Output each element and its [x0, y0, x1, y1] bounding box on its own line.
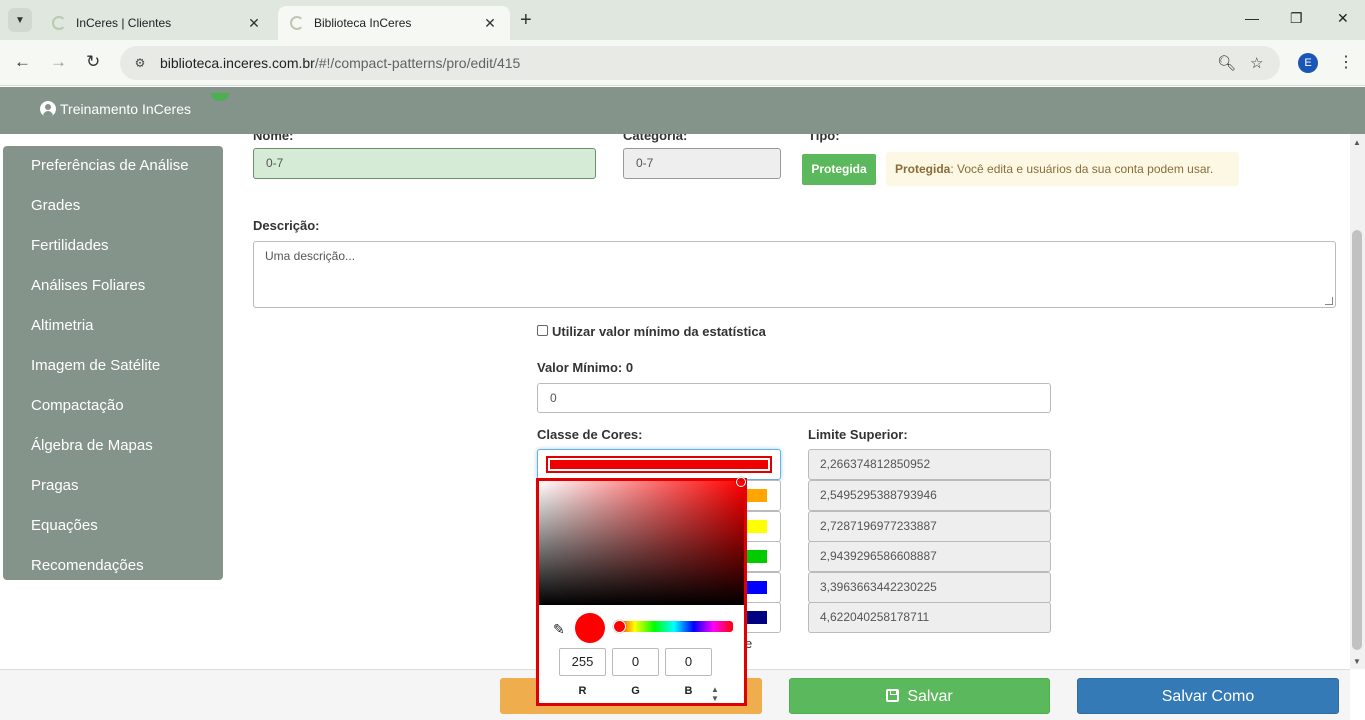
limit-input[interactable]: 2,266374812850952 — [808, 449, 1051, 480]
descricao-label: Descrição: — [253, 218, 320, 233]
limit-input[interactable]: 2,5495295388793946 — [808, 480, 1051, 511]
valor-minimo-label: Valor Mínimo: 0 — [537, 360, 634, 375]
red-input[interactable]: 255 — [559, 648, 606, 676]
resize-grip-icon[interactable] — [1325, 297, 1333, 305]
back-icon[interactable]: ← — [14, 52, 31, 72]
eyedropper-icon[interactable]: ✎ — [553, 621, 565, 638]
tipo-label: Tipo: — [808, 134, 840, 143]
sidebar-item-compactacao[interactable]: Compactação — [3, 392, 223, 432]
color-swatch — [546, 456, 772, 473]
sidebar-item-preferencias[interactable]: Preferências de Análise — [3, 152, 223, 192]
scroll-thumb[interactable] — [1352, 230, 1362, 650]
nome-input[interactable]: 0-7 — [253, 148, 596, 179]
hue-handle[interactable] — [613, 620, 626, 633]
sidebar-item-pragas[interactable]: Pragas — [3, 472, 223, 512]
color-picker-popup: ✎ 255 0 0 R G B ▲ ▼ — [536, 477, 747, 706]
sidebar-item-grades[interactable]: Grades — [3, 192, 223, 232]
tab-search-button[interactable]: ▼ — [8, 8, 32, 32]
valor-minimo-input[interactable]: 0 — [537, 383, 1051, 413]
zoom-icon[interactable]: 🔍︎ — [1217, 54, 1236, 72]
save-button[interactable]: Salvar — [789, 678, 1050, 714]
bookmark-star-icon[interactable]: ☆ — [1250, 54, 1263, 72]
tipo-badge[interactable]: Protegida — [802, 154, 876, 185]
app-header: Treinamento InCeres — [0, 87, 1365, 134]
restore-icon[interactable]: ❐ — [1290, 10, 1303, 27]
reload-icon[interactable]: ↻ — [86, 52, 100, 72]
nome-label: Nome: — [253, 134, 294, 143]
descricao-textarea[interactable]: Uma descrição... — [253, 241, 1336, 308]
floppy-disk-icon — [886, 689, 900, 702]
forward-icon[interactable]: → — [50, 52, 67, 72]
categoria-label: Categoria: — [623, 134, 688, 143]
tab-title: Biblioteca InCeres — [314, 16, 412, 30]
classe-cores-label: Classe de Cores: — [537, 427, 643, 442]
page-scrollbar[interactable]: ▲ ▼ — [1350, 134, 1365, 669]
save-as-button[interactable]: Salvar Como — [1077, 678, 1339, 714]
green-label: G — [631, 685, 640, 697]
blue-label: B — [684, 685, 693, 697]
sidebar-item-analises-foliares[interactable]: Análises Foliares — [3, 272, 223, 312]
limit-input[interactable]: 3,3963663442230225 — [808, 572, 1051, 603]
limit-input[interactable]: 2,7287196977233887 — [808, 511, 1051, 542]
browser-tab-biblioteca[interactable]: Biblioteca InCeres ✕ — [278, 6, 510, 40]
browser-toolbar: ← → ↻ ⚙ biblioteca.inceres.com.br/#!/com… — [0, 40, 1365, 86]
color-class-input[interactable] — [537, 449, 781, 480]
scroll-down-icon[interactable]: ▼ — [1353, 657, 1361, 666]
browser-tab-bar: ▼ InCeres | Clientes ✕ Biblioteca InCere… — [0, 0, 1365, 40]
limit-input[interactable]: 4,622040258178711 — [808, 602, 1051, 633]
categoria-input[interactable]: 0-7 — [623, 148, 781, 179]
min-stat-label: Utilizar valor mínimo da estatística — [552, 324, 766, 339]
user-circle-icon — [40, 101, 56, 117]
green-input[interactable]: 0 — [612, 648, 659, 676]
loading-favicon-icon — [290, 16, 304, 30]
limit-input[interactable]: 2,9439296586608887 — [808, 541, 1051, 572]
sidebar-item-algebra-mapas[interactable]: Álgebra de Mapas — [3, 432, 223, 472]
format-toggle-icon[interactable]: ▲ ▼ — [711, 685, 719, 703]
sidebar-item-fertilidades[interactable]: Fertilidades — [3, 232, 223, 272]
close-window-icon[interactable]: ✕ — [1337, 10, 1349, 27]
hue-slider[interactable] — [615, 621, 733, 632]
blue-input[interactable]: 0 — [665, 648, 712, 676]
scroll-up-icon[interactable]: ▲ — [1353, 138, 1361, 147]
saturation-handle[interactable] — [736, 477, 746, 487]
new-tab-icon[interactable]: + — [520, 9, 532, 31]
min-stat-checkbox[interactable] — [537, 325, 548, 336]
url-text: biblioteca.inceres.com.br/#!/compact-pat… — [160, 55, 521, 71]
site-info-icon[interactable]: ⚙ — [132, 56, 148, 70]
minimize-icon[interactable]: — — [1245, 10, 1259, 26]
close-tab-icon[interactable]: ✕ — [482, 15, 498, 32]
tab-title: InCeres | Clientes — [76, 16, 172, 30]
sidebar: Preferências de Análise Grades Fertilida… — [3, 146, 223, 580]
sidebar-item-altimetria[interactable]: Altimetria — [3, 312, 223, 352]
browser-menu-icon[interactable]: ⋮ — [1338, 52, 1354, 72]
sidebar-item-equacoes[interactable]: Equações — [3, 512, 223, 552]
tipo-note: Protegida: Você edita e usuários da sua … — [886, 152, 1239, 186]
saturation-value-area[interactable] — [539, 481, 744, 605]
browser-tab-clientes[interactable]: InCeres | Clientes ✕ — [40, 6, 274, 40]
loading-favicon-icon — [52, 16, 66, 30]
descricao-placeholder: Uma descrição... — [265, 249, 356, 263]
sidebar-item-recomendacoes[interactable]: Recomendações — [3, 552, 223, 592]
profile-avatar[interactable]: E — [1298, 53, 1318, 73]
address-bar[interactable]: ⚙ biblioteca.inceres.com.br/#!/compact-p… — [120, 46, 1280, 80]
user-name: Treinamento InCeres — [60, 101, 191, 117]
user-menu[interactable]: Treinamento InCeres — [40, 101, 191, 117]
sidebar-item-imagem-satelite[interactable]: Imagem de Satélite — [3, 352, 223, 392]
chevron-down-icon: ▼ — [15, 14, 25, 26]
color-preview — [575, 613, 605, 643]
limite-superior-label: Limite Superior: — [808, 427, 908, 442]
red-label: R — [578, 685, 587, 697]
close-tab-icon[interactable]: ✕ — [246, 15, 262, 32]
